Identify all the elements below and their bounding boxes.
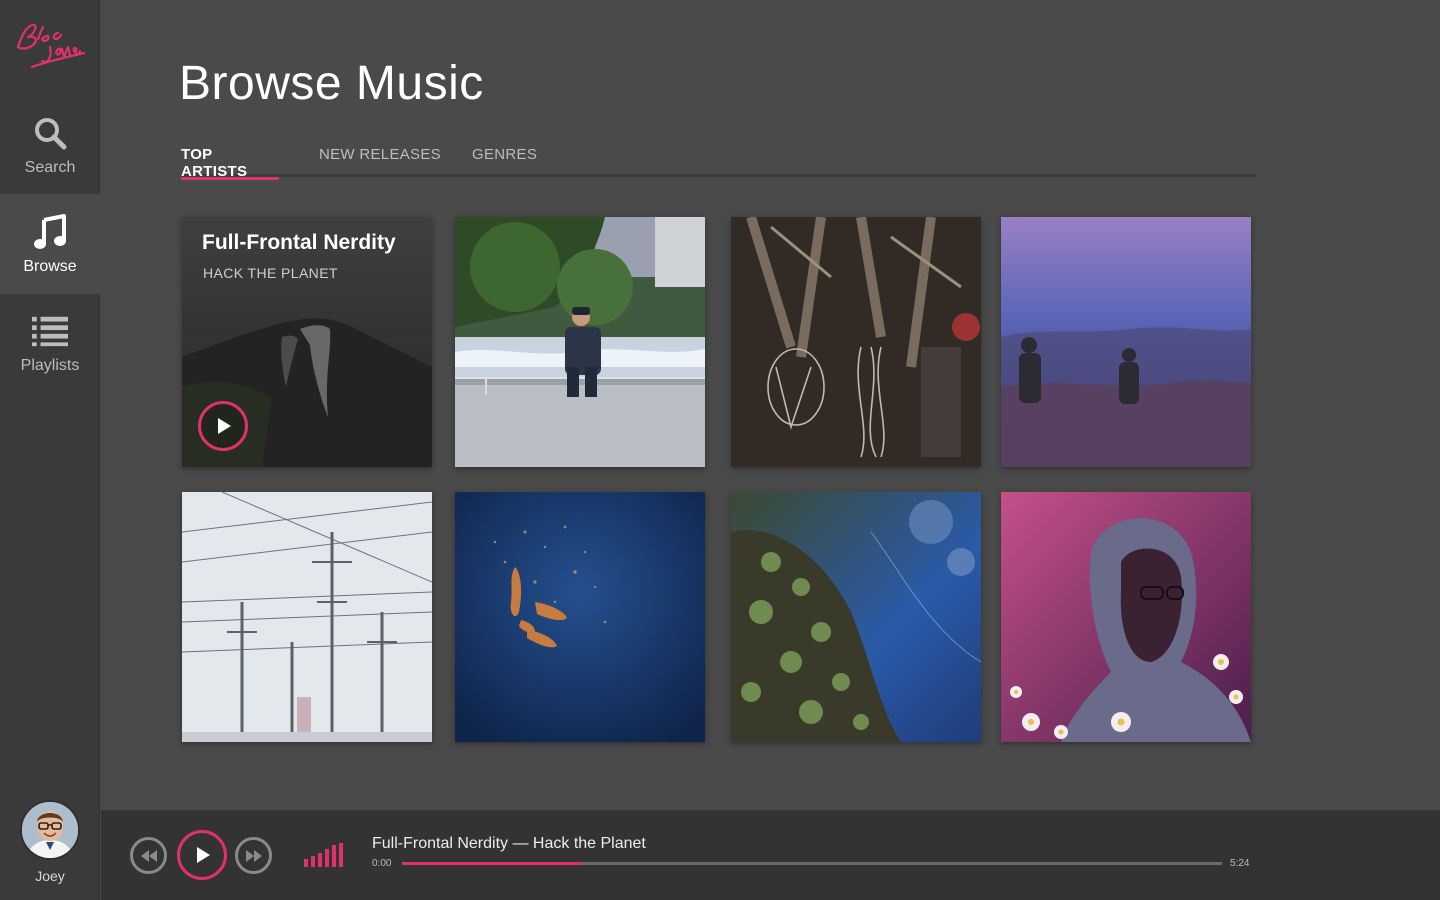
sidebar: Search Browse Playlists Joey [0, 0, 100, 900]
tools-photo-image [731, 217, 981, 467]
card-play-button[interactable] [198, 401, 248, 451]
artist-card-featured[interactable]: Full-Frontal Nerdity HACK THE PLANET [182, 217, 432, 467]
sidebar-item-label: Browse [23, 258, 77, 275]
sidebar-item-playlists[interactable]: Playlists [0, 293, 100, 393]
artist-card[interactable] [1001, 217, 1251, 467]
search-icon [32, 115, 68, 151]
current-time: 0:00 [372, 858, 392, 869]
artist-card[interactable] [182, 492, 432, 742]
user-name: Joey [35, 868, 65, 884]
play-icon [197, 847, 210, 863]
power-lines-image [182, 492, 432, 742]
player-bar: Full-Frontal Nerdity — Hack the Planet 0… [101, 810, 1440, 900]
progress-fill [402, 862, 583, 865]
sidebar-item-browse[interactable]: Browse [0, 194, 100, 294]
next-button[interactable] [235, 837, 272, 874]
river-photo-image [455, 217, 705, 467]
sidebar-item-label: Search [24, 159, 76, 176]
user-profile[interactable]: Joey [0, 800, 100, 900]
music-note-icon [32, 214, 68, 250]
play-button[interactable] [177, 830, 227, 880]
artist-card[interactable] [1001, 492, 1251, 742]
tab-genres[interactable]: GENRES [472, 146, 537, 177]
fog-field-image [1001, 217, 1251, 467]
browse-tabs: TOP ARTISTS NEW RELEASES GENRES [181, 146, 1256, 180]
volume-control[interactable] [304, 843, 344, 867]
rewind-icon [140, 849, 157, 862]
fast-forward-icon [245, 849, 262, 862]
sidebar-item-search[interactable]: Search [0, 95, 100, 195]
avatar[interactable] [20, 800, 80, 860]
hooded-person-image [1001, 492, 1251, 742]
user-avatar-icon [22, 802, 78, 858]
now-playing-title: Full-Frontal Nerdity — Hack the Planet [372, 835, 646, 852]
artist-card[interactable] [731, 492, 981, 742]
list-icon [32, 313, 68, 349]
page-title: Browse Music [179, 57, 484, 110]
glitter-hand-image [455, 492, 705, 742]
app-logo[interactable] [0, 0, 100, 90]
total-time: 5:24 [1230, 858, 1250, 869]
artist-card[interactable] [731, 217, 981, 467]
sidebar-item-label: Playlists [20, 357, 80, 374]
volume-bars-icon [304, 843, 343, 867]
artist-card[interactable] [455, 217, 705, 467]
previous-button[interactable] [130, 837, 167, 874]
artist-card[interactable] [455, 492, 705, 742]
logo-script-icon [16, 23, 86, 69]
tab-new-releases[interactable]: NEW RELEASES [319, 146, 441, 177]
mossy-tree-image [731, 492, 981, 742]
play-icon [218, 418, 231, 434]
progress-bar[interactable] [402, 862, 1222, 865]
album-name: HACK THE PLANET [203, 265, 338, 281]
artist-name: Full-Frontal Nerdity [202, 231, 396, 254]
tab-top-artists[interactable]: TOP ARTISTS [181, 146, 279, 180]
